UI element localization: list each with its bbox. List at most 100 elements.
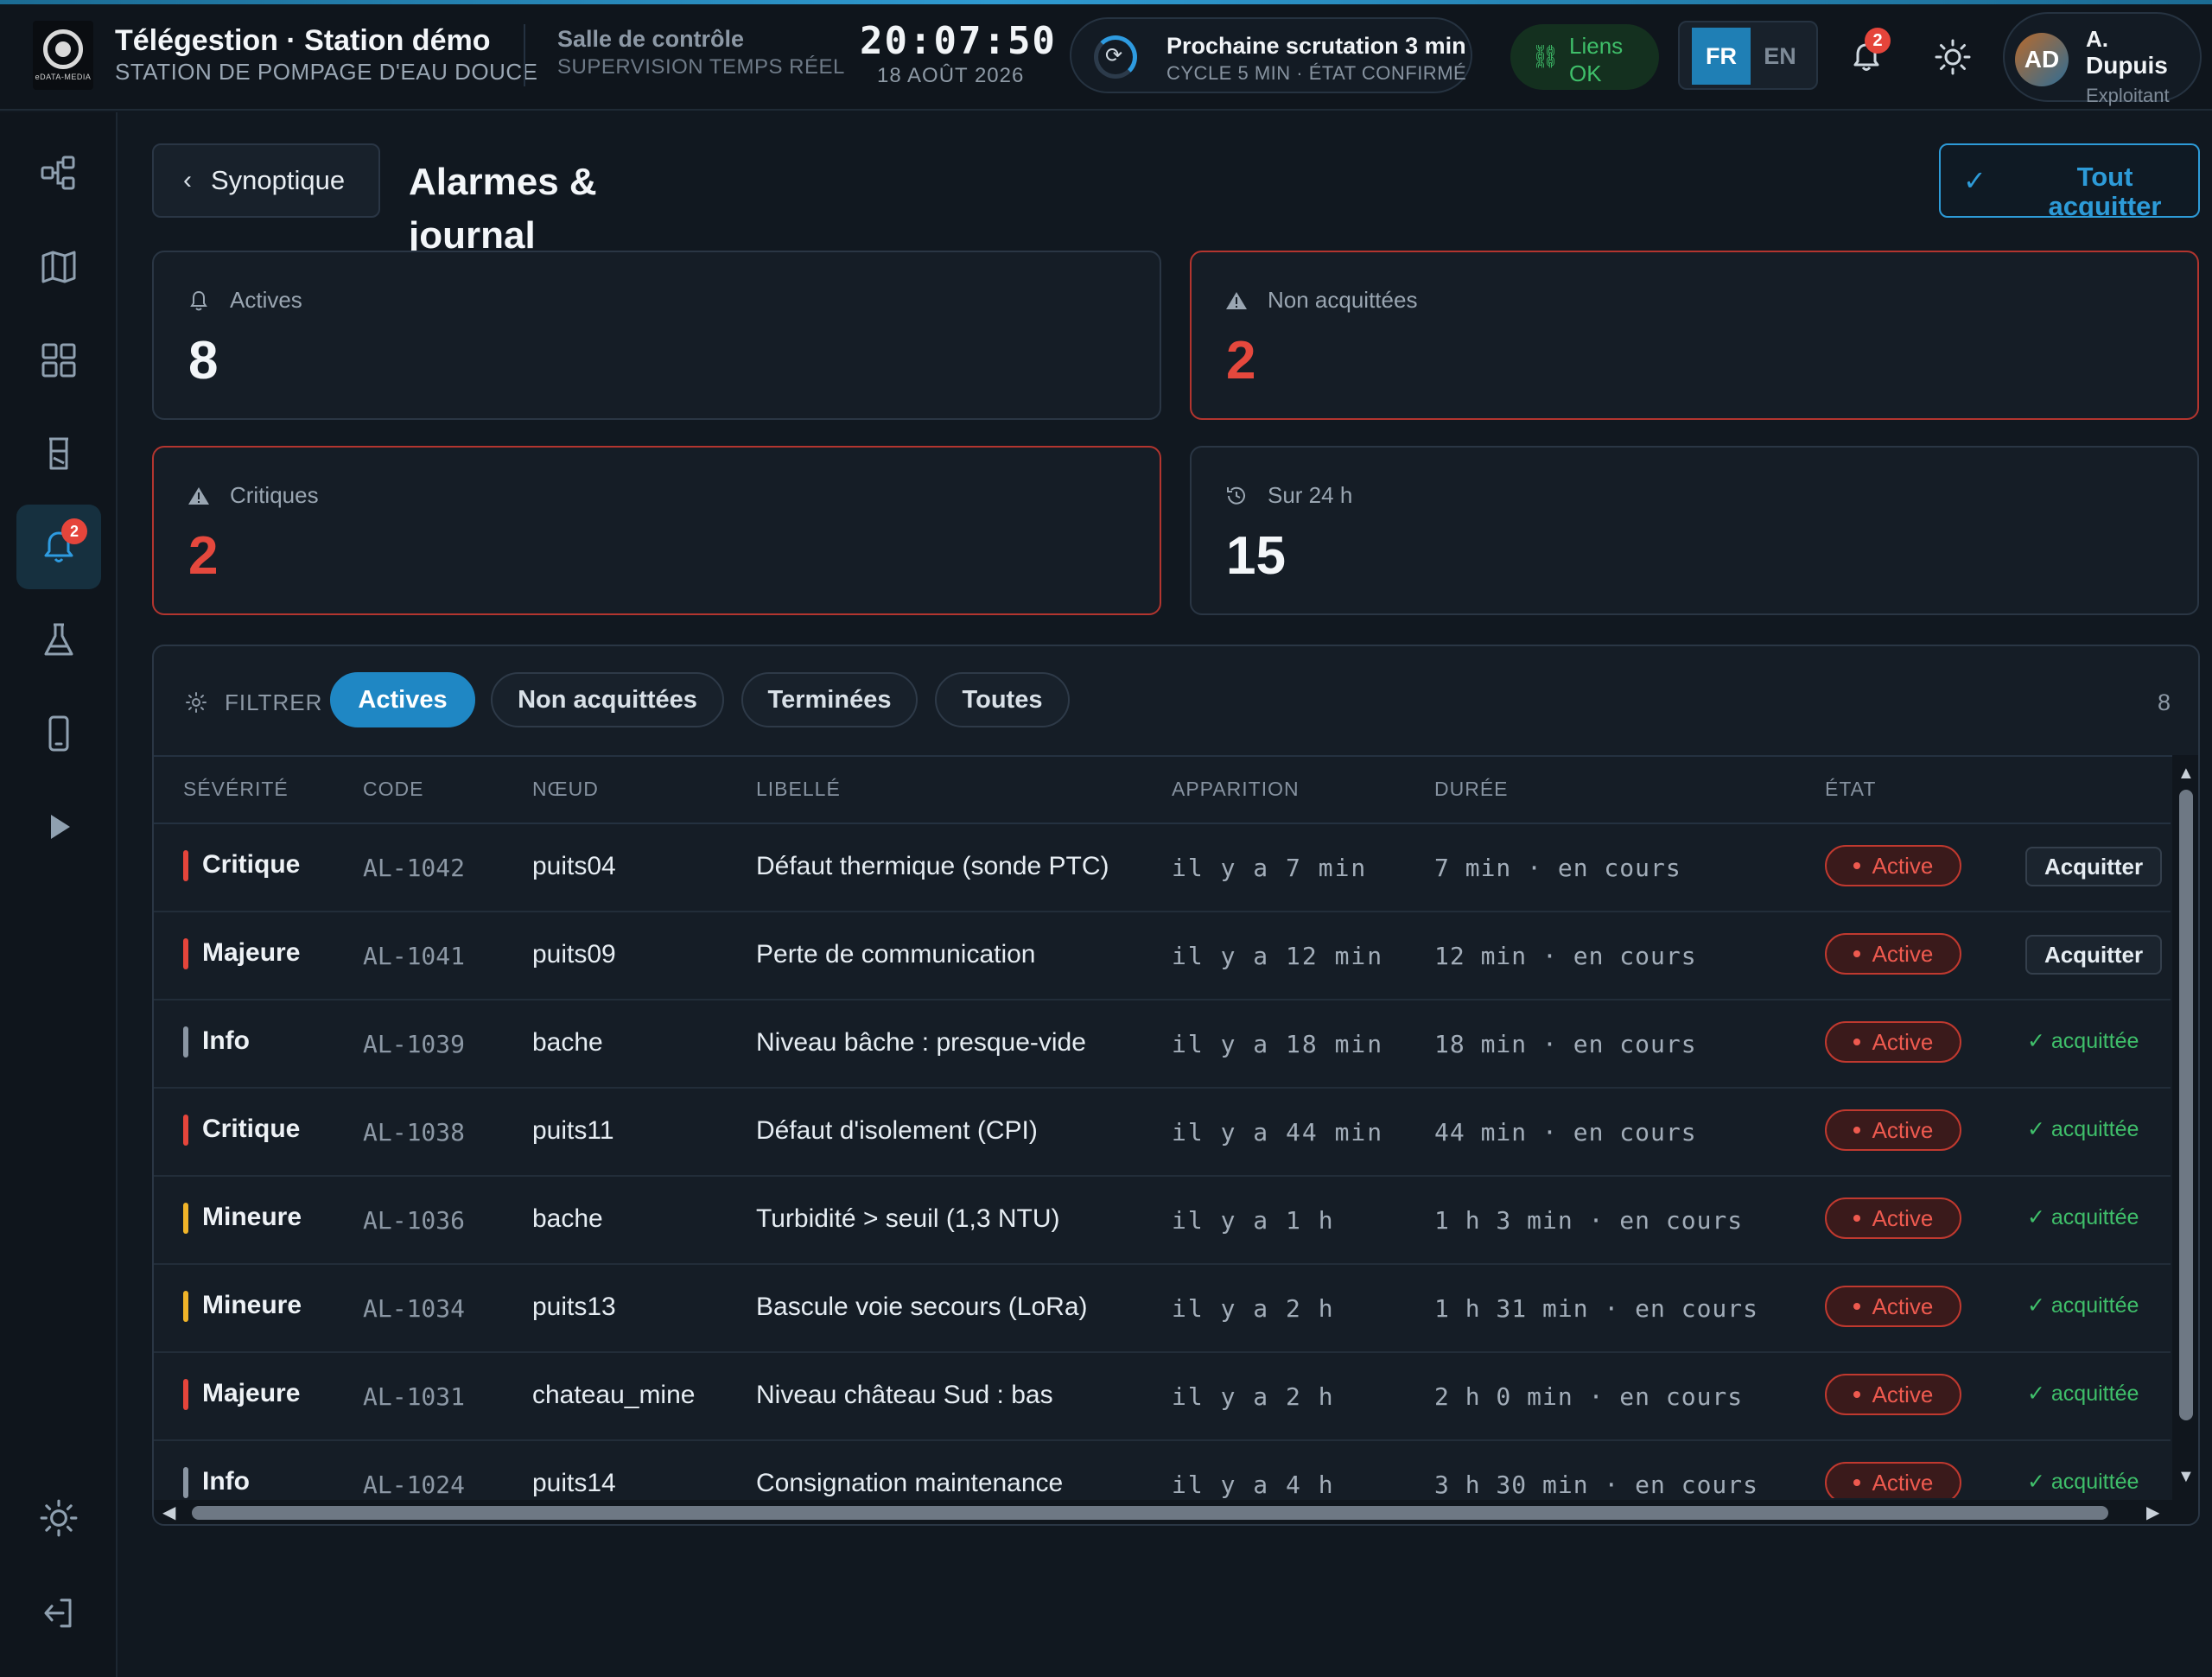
app-subtitle: STATION DE POMPAGE D'EAU DOUCE — [115, 59, 538, 85]
scroll-left-arrow-icon[interactable]: ◀ — [162, 1502, 175, 1523]
appearance-cell: il y a 2 h — [1172, 1382, 1335, 1411]
severity-cell: Majeure — [202, 938, 301, 967]
column-header-label[interactable]: LIBELLÉ — [756, 778, 841, 801]
clock-date: 18 AOÛT 2026 — [877, 64, 1025, 87]
duration-cell: 2 h 0 min · en cours — [1434, 1382, 1744, 1411]
code-cell: AL-1039 — [363, 1030, 466, 1058]
sidebar-item-alarms[interactable]: 2 — [16, 505, 101, 589]
severity-cell: Critique — [202, 1115, 301, 1143]
scroll-down-arrow-icon[interactable]: ▼ — [2177, 1467, 2195, 1487]
status-badge-label: Active — [1872, 1293, 1934, 1319]
stat-value: 2 — [1226, 331, 1256, 391]
code-cell: AL-1034 — [363, 1294, 466, 1323]
acknowledged-text: acquittée — [2050, 1205, 2139, 1229]
code-cell: AL-1038 — [363, 1118, 466, 1147]
sidebar-item-mobile[interactable] — [16, 691, 101, 776]
acknowledge-button[interactable]: Acquitter — [2025, 935, 2162, 975]
acknowledge-all-button[interactable]: ✓ Tout acquitter — [1939, 143, 2200, 218]
table-row[interactable]: Critique AL-1038 puits11 Défaut d'isolement… — [154, 1089, 2171, 1177]
status-badge-label: Active — [1872, 852, 1934, 879]
status-dot-icon — [1853, 1303, 1860, 1310]
user-menu[interactable]: AD A. Dupuis Exploitant — [2003, 12, 2202, 106]
sidebar-item-lab[interactable] — [16, 598, 101, 683]
theme-sun-icon — [40, 1499, 78, 1537]
table-row[interactable]: Info AL-1024 puits14 Consignation maintenan… — [154, 1441, 2171, 1498]
map-icon — [41, 251, 76, 283]
refresh-icon: ⟳ — [1105, 44, 1123, 67]
severity-color-bar — [183, 1203, 188, 1234]
scan-progress-ring: ⟳ — [1094, 35, 1137, 79]
acknowledged-label: ✓ acquittée — [2027, 1029, 2139, 1053]
sidebar-item-dashboard[interactable] — [16, 318, 101, 403]
top-bar: eDATA-MEDIA Télégestion · Station démo S… — [0, 0, 2212, 111]
vertical-scrollbar[interactable]: ▲ ▼ — [2172, 755, 2198, 1500]
severity-color-bar — [183, 1467, 188, 1498]
horizontal-scrollbar[interactable]: ◀ ▶ — [154, 1500, 2198, 1524]
sidebar-item-theme[interactable] — [16, 1476, 101, 1560]
alarms-panel: FILTRER Actives Non acquittées Terminées… — [152, 645, 2200, 1526]
table-row[interactable]: Majeure AL-1031 chateau_mine Niveau château… — [154, 1353, 2171, 1441]
column-header-duration[interactable]: DURÉE — [1434, 778, 1509, 801]
filter-chip-unacknowledged[interactable]: Non acquittées — [491, 672, 724, 727]
label-cell: Consignation maintenance — [756, 1469, 1064, 1497]
sidebar-item-topology[interactable] — [16, 131, 101, 216]
table-row[interactable]: Majeure AL-1041 puits09 Perte de communicat… — [154, 912, 2171, 1000]
stat-card-active: Actives 8 — [152, 251, 1161, 420]
links-status[interactable]: ⛓ Liens OK — [1510, 24, 1659, 90]
sidebar-item-play[interactable] — [16, 785, 101, 869]
column-header-severity[interactable]: SÉVÉRITÉ — [183, 778, 289, 801]
acknowledge-button[interactable]: Acquitter — [2025, 847, 2162, 886]
node-cell: bache — [532, 1204, 603, 1233]
vertical-scroll-thumb[interactable] — [2179, 790, 2193, 1420]
notifications-bell-icon[interactable]: 2 — [1849, 28, 1891, 74]
scroll-up-arrow-icon[interactable]: ▲ — [2177, 764, 2195, 784]
table-row[interactable]: Critique AL-1042 puits04 Défaut thermique (… — [154, 824, 2171, 912]
severity-color-bar — [183, 1115, 188, 1146]
sidebar-item-logout[interactable] — [16, 1571, 101, 1655]
stat-label: Sur 24 h — [1268, 482, 1353, 508]
column-header-state[interactable]: ÉTAT — [1825, 778, 1876, 801]
table-row[interactable]: Mineure AL-1036 bache Turbidité > seuil (1,… — [154, 1177, 2171, 1265]
status-dot-icon — [1853, 862, 1860, 869]
label-cell: Défaut d'isolement (CPI) — [756, 1116, 1038, 1145]
user-name-line2: Dupuis — [2086, 52, 2168, 79]
back-to-synoptic-button[interactable]: ‹ Synoptique — [152, 143, 380, 218]
column-header-appearance[interactable]: APPARITION — [1172, 778, 1300, 801]
status-badge: Active — [1825, 1462, 1961, 1498]
duration-cell: 1 h 3 min · en cours — [1434, 1206, 1744, 1235]
severity-cell: Mineure — [202, 1291, 302, 1319]
status-badge-label: Active — [1872, 1116, 1934, 1143]
label-cell: Turbidité > seuil (1,3 NTU) — [756, 1204, 1060, 1233]
divider — [154, 755, 2198, 757]
severity-cell: Info — [202, 1467, 250, 1496]
filter-chip-all[interactable]: Toutes — [935, 672, 1070, 727]
label-cell: Niveau château Sud : bas — [756, 1381, 1053, 1409]
node-cell: puits14 — [532, 1469, 616, 1497]
alarms-table-body: Critique AL-1042 puits04 Défaut thermique (… — [154, 824, 2171, 1498]
stat-card-unacknowledged: Non acquittées 2 — [1190, 251, 2199, 420]
sidebar: 2 — [0, 112, 118, 1677]
column-header-code[interactable]: CODE — [363, 778, 423, 801]
code-cell: AL-1031 — [363, 1382, 466, 1411]
sidebar-item-tanks[interactable] — [16, 411, 101, 496]
scroll-right-arrow-icon[interactable]: ▶ — [2146, 1502, 2159, 1523]
status-dot-icon — [1853, 1215, 1860, 1222]
duration-cell: 12 min · en cours — [1434, 942, 1697, 970]
theme-toggle-sun-icon[interactable] — [1934, 38, 1972, 76]
sidebar-item-map[interactable] — [16, 225, 101, 309]
link-icon: ⛓ — [1531, 43, 1560, 69]
stat-card-24h: Sur 24 h 15 — [1190, 446, 2199, 615]
column-header-node[interactable]: NŒUD — [532, 778, 599, 801]
lang-fr-button[interactable]: FR — [1692, 28, 1751, 85]
horizontal-scroll-thumb[interactable] — [192, 1506, 2108, 1520]
filter-chip-active[interactable]: Actives — [330, 672, 475, 727]
acknowledged-label: ✓ acquittée — [2027, 1205, 2139, 1229]
app-title: Télégestion · Station démo — [115, 24, 491, 57]
table-row[interactable]: Info AL-1039 bache Niveau bâche : presque-v… — [154, 1000, 2171, 1089]
notifications-badge: 2 — [1865, 28, 1891, 54]
code-cell: AL-1024 — [363, 1471, 466, 1498]
filter-chip-ended[interactable]: Terminées — [741, 672, 918, 727]
table-row[interactable]: Mineure AL-1034 puits13 Bascule voie secour… — [154, 1265, 2171, 1353]
acknowledged-label: ✓ acquittée — [2027, 1382, 2139, 1406]
lang-en-button[interactable]: EN — [1751, 28, 1809, 85]
